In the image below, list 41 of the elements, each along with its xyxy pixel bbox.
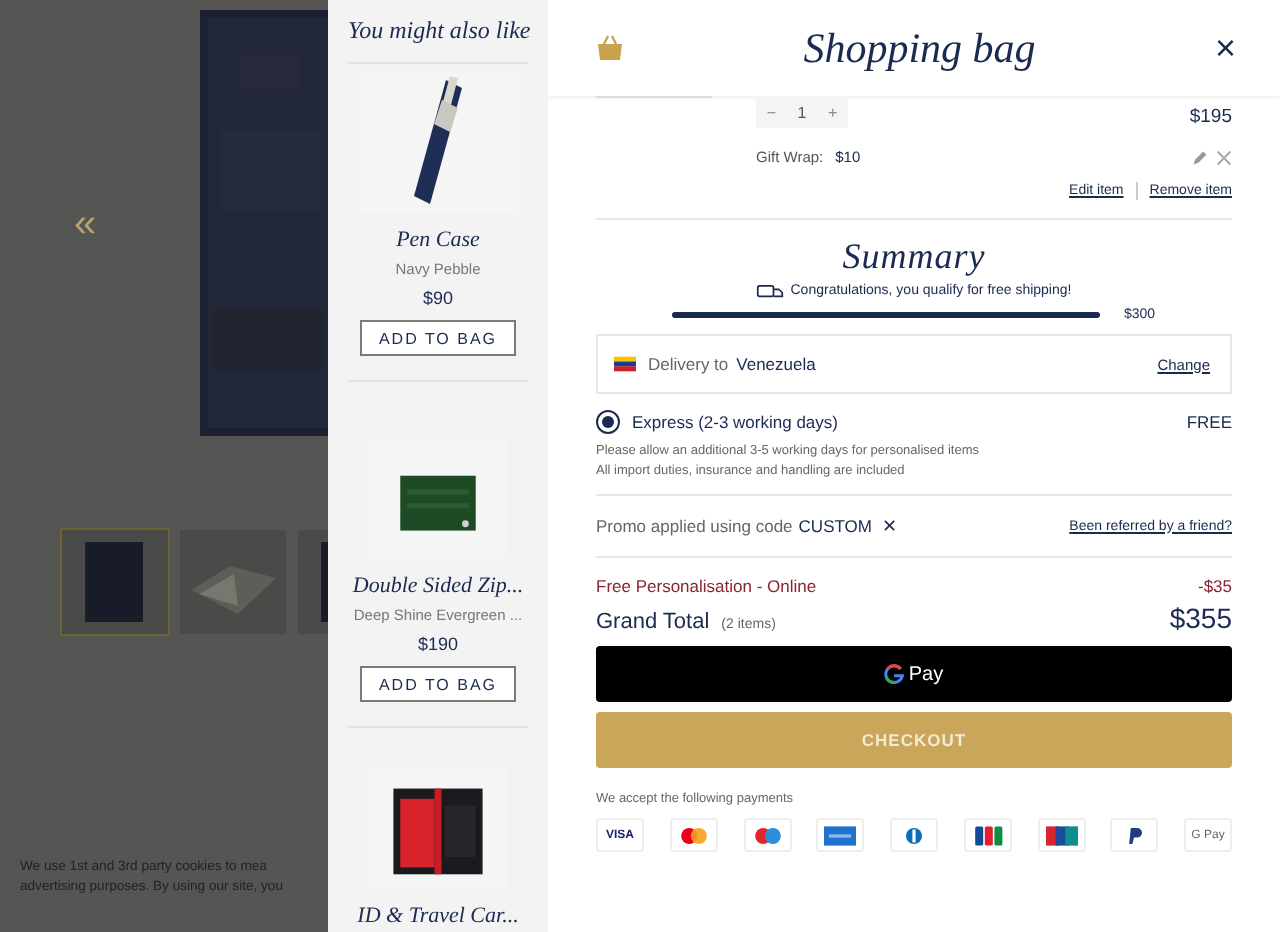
payment-method-icon <box>963 818 1012 852</box>
pencil-icon[interactable] <box>1192 149 1208 165</box>
discount-label: Free Personalisation - Online <box>596 576 817 596</box>
panel-title: Shopping bag <box>801 23 1038 73</box>
promo-text: Promo applied using code <box>596 516 793 536</box>
radio-button[interactable] <box>596 410 620 434</box>
total-amount: $355 <box>1169 602 1232 634</box>
shipping-price: FREE <box>1186 412 1232 432</box>
delivery-label: Delivery to <box>648 354 729 374</box>
remove-promo-button[interactable]: ✕ <box>877 516 898 536</box>
payment-method-icon <box>669 818 718 852</box>
add-to-bag-button[interactable]: ADD TO BAG <box>360 320 516 356</box>
panel-heading: You might also like <box>348 16 528 64</box>
quantity-value: 1 <box>797 103 807 121</box>
product-price: $90 <box>422 288 454 308</box>
google-icon <box>884 664 905 684</box>
product-price: $190 <box>417 634 459 654</box>
bag-icon[interactable] <box>596 34 624 62</box>
summary-heading: Summary <box>840 236 988 278</box>
close-button[interactable]: × <box>1214 27 1236 69</box>
add-to-bag-button[interactable]: ADD TO BAG <box>360 666 516 702</box>
flag-icon <box>614 356 636 372</box>
promo-code: CUSTOM <box>798 516 872 536</box>
google-pay-button[interactable]: Pay <box>596 646 1232 702</box>
item-price: $195 <box>1189 106 1232 128</box>
payment-method-icon <box>743 818 791 852</box>
delivery-country: Venezuela <box>736 354 816 374</box>
payment-method-icon <box>890 818 938 852</box>
payment-method-icon <box>1037 818 1085 852</box>
payment-method-icon <box>1110 818 1159 852</box>
product-name[interactable]: Double Sided Zip... <box>352 574 524 598</box>
truck-icon <box>756 282 785 300</box>
product-name[interactable]: ID & Travel Car... <box>357 904 519 928</box>
thumbnail[interactable] <box>60 528 170 636</box>
product-name[interactable]: Pen Case <box>396 228 480 252</box>
remove-icon[interactable] <box>1216 149 1232 165</box>
total-label: Grand Total <box>596 610 710 634</box>
thumbnail[interactable] <box>178 528 288 636</box>
shipping-option[interactable]: Express (2-3 working days) <box>632 412 838 432</box>
discount-amount: -$35 <box>1197 576 1232 596</box>
payment-method-icon <box>816 818 865 852</box>
